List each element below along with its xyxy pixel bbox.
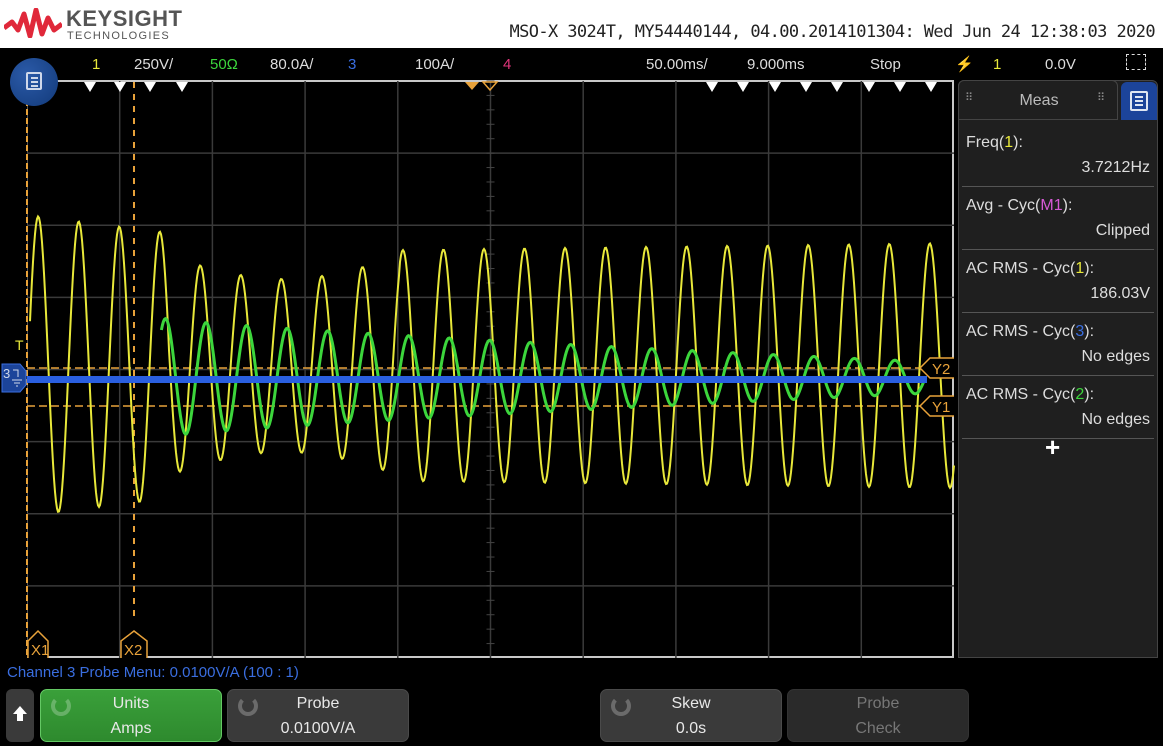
time-reference-marker-icon [144,82,156,92]
ch1-trace [29,214,955,513]
measurement-source: 1 [1075,260,1085,277]
x2-label: X2 [124,642,142,659]
grip-right-icon[interactable]: ⠿ [1097,91,1105,104]
units-softkey[interactable]: Units Amps [40,689,222,742]
time-reference-marker-icon [176,82,188,92]
probe-softkey[interactable]: Probe 0.0100V/A [227,689,409,742]
time-reference-marker-icon [769,82,781,92]
skew-value: 0.0s [675,720,707,737]
time-reference-marker-icon [706,82,718,92]
x1-label: X1 [31,642,49,659]
measurement-label: AC RMS - Cyc(2): [966,386,1095,403]
up-arrow-icon [13,706,27,714]
ch3-waveform [27,376,927,383]
measurement-item[interactable]: Avg - Cyc(M1): Clipped [962,187,1154,250]
measurement-item[interactable]: AC RMS - Cyc(3): No edges [962,313,1154,376]
probe-check-label: Probe [856,695,900,712]
measurement-label: AC RMS - Cyc(3): [966,323,1095,340]
measurement-label: AC RMS - Cyc(1): [966,260,1095,277]
units-label: Units [112,695,150,712]
grid-lines [27,80,954,658]
measurement-item[interactable]: Freq(1): 3.7212Hz [962,124,1154,187]
ch1-waveform [29,214,955,513]
softkey-menu-title: Channel 3 Probe Menu: 0.0100V/A (100 : 1… [7,664,299,681]
measurement-source: 1 [1004,134,1014,151]
trigger-position-icon [465,82,479,90]
trigger-level-marker: T [15,337,24,353]
meas-tab[interactable]: ⠿ Meas ⠿ [958,80,1118,120]
ch3-trace [27,376,927,383]
measurement-value: Clipped [1095,222,1150,239]
time-reference-marker-icon [925,82,937,92]
skew-softkey[interactable]: Skew 0.0s [600,689,782,742]
measurement-value: 186.03V [1090,285,1150,302]
probe-check-softkey[interactable]: Probe Check [787,689,969,742]
time-reference-marker-icon [84,82,96,92]
measurement-item[interactable]: AC RMS - Cyc(1): 186.03V [962,250,1154,313]
measurement-source: 3 [1075,323,1085,340]
measurement-item[interactable]: AC RMS - Cyc(2): No edges [962,376,1154,439]
units-value: Amps [110,720,152,737]
time-reference-marker-icon [831,82,843,92]
main-menu-button[interactable] [10,58,58,106]
time-reference-marker-icon [114,82,126,92]
skew-label: Skew [671,695,711,712]
menu-up-button[interactable] [6,689,34,742]
measurement-label: Freq(1): [966,134,1023,151]
probe-check-label-2: Check [855,720,901,737]
ch3-ground-label: 3 [3,366,10,381]
time-reference-marker-icon [894,82,906,92]
menu-list-icon [26,72,42,90]
measurement-label: Avg - Cyc(M1): [966,197,1073,214]
measurement-value: 3.7212Hz [1081,159,1151,176]
list-icon [1130,91,1148,111]
measurement-list: Freq(1): 3.7212Hz Avg - Cyc(M1): Clipped AC … [962,124,1154,439]
meas-tab-title: Meas [1019,92,1059,109]
time-reference-marker-icon [737,82,749,92]
y1-label: Y1 [932,399,950,416]
probe-value: 0.0100V/A [280,720,356,737]
probe-label: Probe [296,695,340,712]
time-reference-marker-icon [800,82,812,92]
measurement-source: M1 [1040,197,1063,214]
time-reference-marker-icon [863,82,875,92]
y2-label: Y2 [932,361,950,378]
meas-menu-button[interactable] [1121,82,1157,120]
add-measurement-button[interactable]: + [1045,432,1060,463]
measurement-value: No edges [1081,348,1151,365]
measurement-value: No edges [1081,411,1151,428]
measurement-source: 2 [1075,386,1085,403]
